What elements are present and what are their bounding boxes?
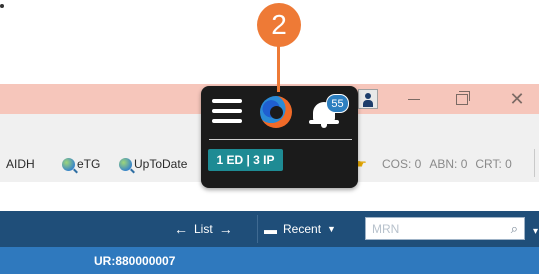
- popover-divider: [209, 139, 352, 140]
- globe-icon: [119, 157, 132, 171]
- toolbar-divider: [534, 149, 535, 177]
- arrow-left-icon: ←: [174, 221, 188, 237]
- restore-icon: [456, 90, 470, 105]
- link-uptodate[interactable]: UpToDate: [119, 146, 187, 182]
- browser-icon[interactable]: [260, 96, 292, 128]
- close-button[interactable]: ✕: [495, 84, 539, 114]
- status-cos: COS: 0: [382, 157, 422, 171]
- status-abn: ABN: 0: [429, 157, 468, 171]
- link-uptodate-label: UpToDate: [134, 157, 188, 171]
- link-etg[interactable]: eTG: [62, 146, 100, 182]
- link-aidh-label: AIDH: [6, 157, 35, 171]
- menu-button[interactable]: [212, 96, 242, 126]
- notification-count: 55: [331, 97, 344, 110]
- link-etg-label: eTG: [77, 157, 101, 171]
- list-label: List: [194, 222, 213, 236]
- menu-line: [212, 119, 242, 123]
- callout-marker: 2: [257, 3, 301, 47]
- close-icon: ✕: [509, 88, 525, 109]
- nav-separator: [257, 215, 258, 243]
- callout-number: 2: [271, 9, 287, 40]
- ur-text: UR:880000007: [94, 253, 176, 268]
- list-nav-button[interactable]: ← List →: [174, 211, 233, 247]
- patient-ur: UR:880000007: [94, 247, 175, 274]
- link-aidh[interactable]: AIDH: [6, 146, 35, 182]
- minimize-icon: [408, 98, 420, 100]
- recent-button[interactable]: ▬ Recent ▼: [264, 211, 336, 247]
- notification-count-badge: 55: [326, 94, 349, 113]
- chevron-down-icon: ▼: [327, 224, 336, 234]
- status-crt: CRT: 0: [475, 157, 512, 171]
- census-button[interactable]: 1 ED | 3 IP: [208, 149, 283, 171]
- chevron-down-icon[interactable]: ▾: [533, 226, 539, 237]
- menu-line: [212, 99, 242, 103]
- callout-line: [277, 46, 280, 92]
- menu-line: [212, 109, 242, 113]
- minimize-button[interactable]: [392, 84, 436, 114]
- patient-bar: [0, 247, 539, 274]
- recent-label: Recent: [283, 222, 322, 236]
- user-icon[interactable]: [358, 89, 378, 109]
- globe-icon: [62, 157, 75, 171]
- folder-icon: ▬: [264, 221, 277, 237]
- mrn-input[interactable]: [370, 220, 504, 237]
- search-icon[interactable]: ⌕: [511, 221, 518, 237]
- mrn-search-field[interactable]: ⌕: [365, 217, 525, 240]
- bell-clapper: [321, 124, 327, 128]
- status-counters: COS: 0 ABN: 0 CRT: 0: [382, 146, 520, 182]
- census-label: 1 ED | 3 IP: [216, 153, 275, 167]
- arrow-right-icon: →: [218, 221, 233, 237]
- dot-mark: [0, 4, 4, 8]
- restore-button[interactable]: [440, 84, 484, 114]
